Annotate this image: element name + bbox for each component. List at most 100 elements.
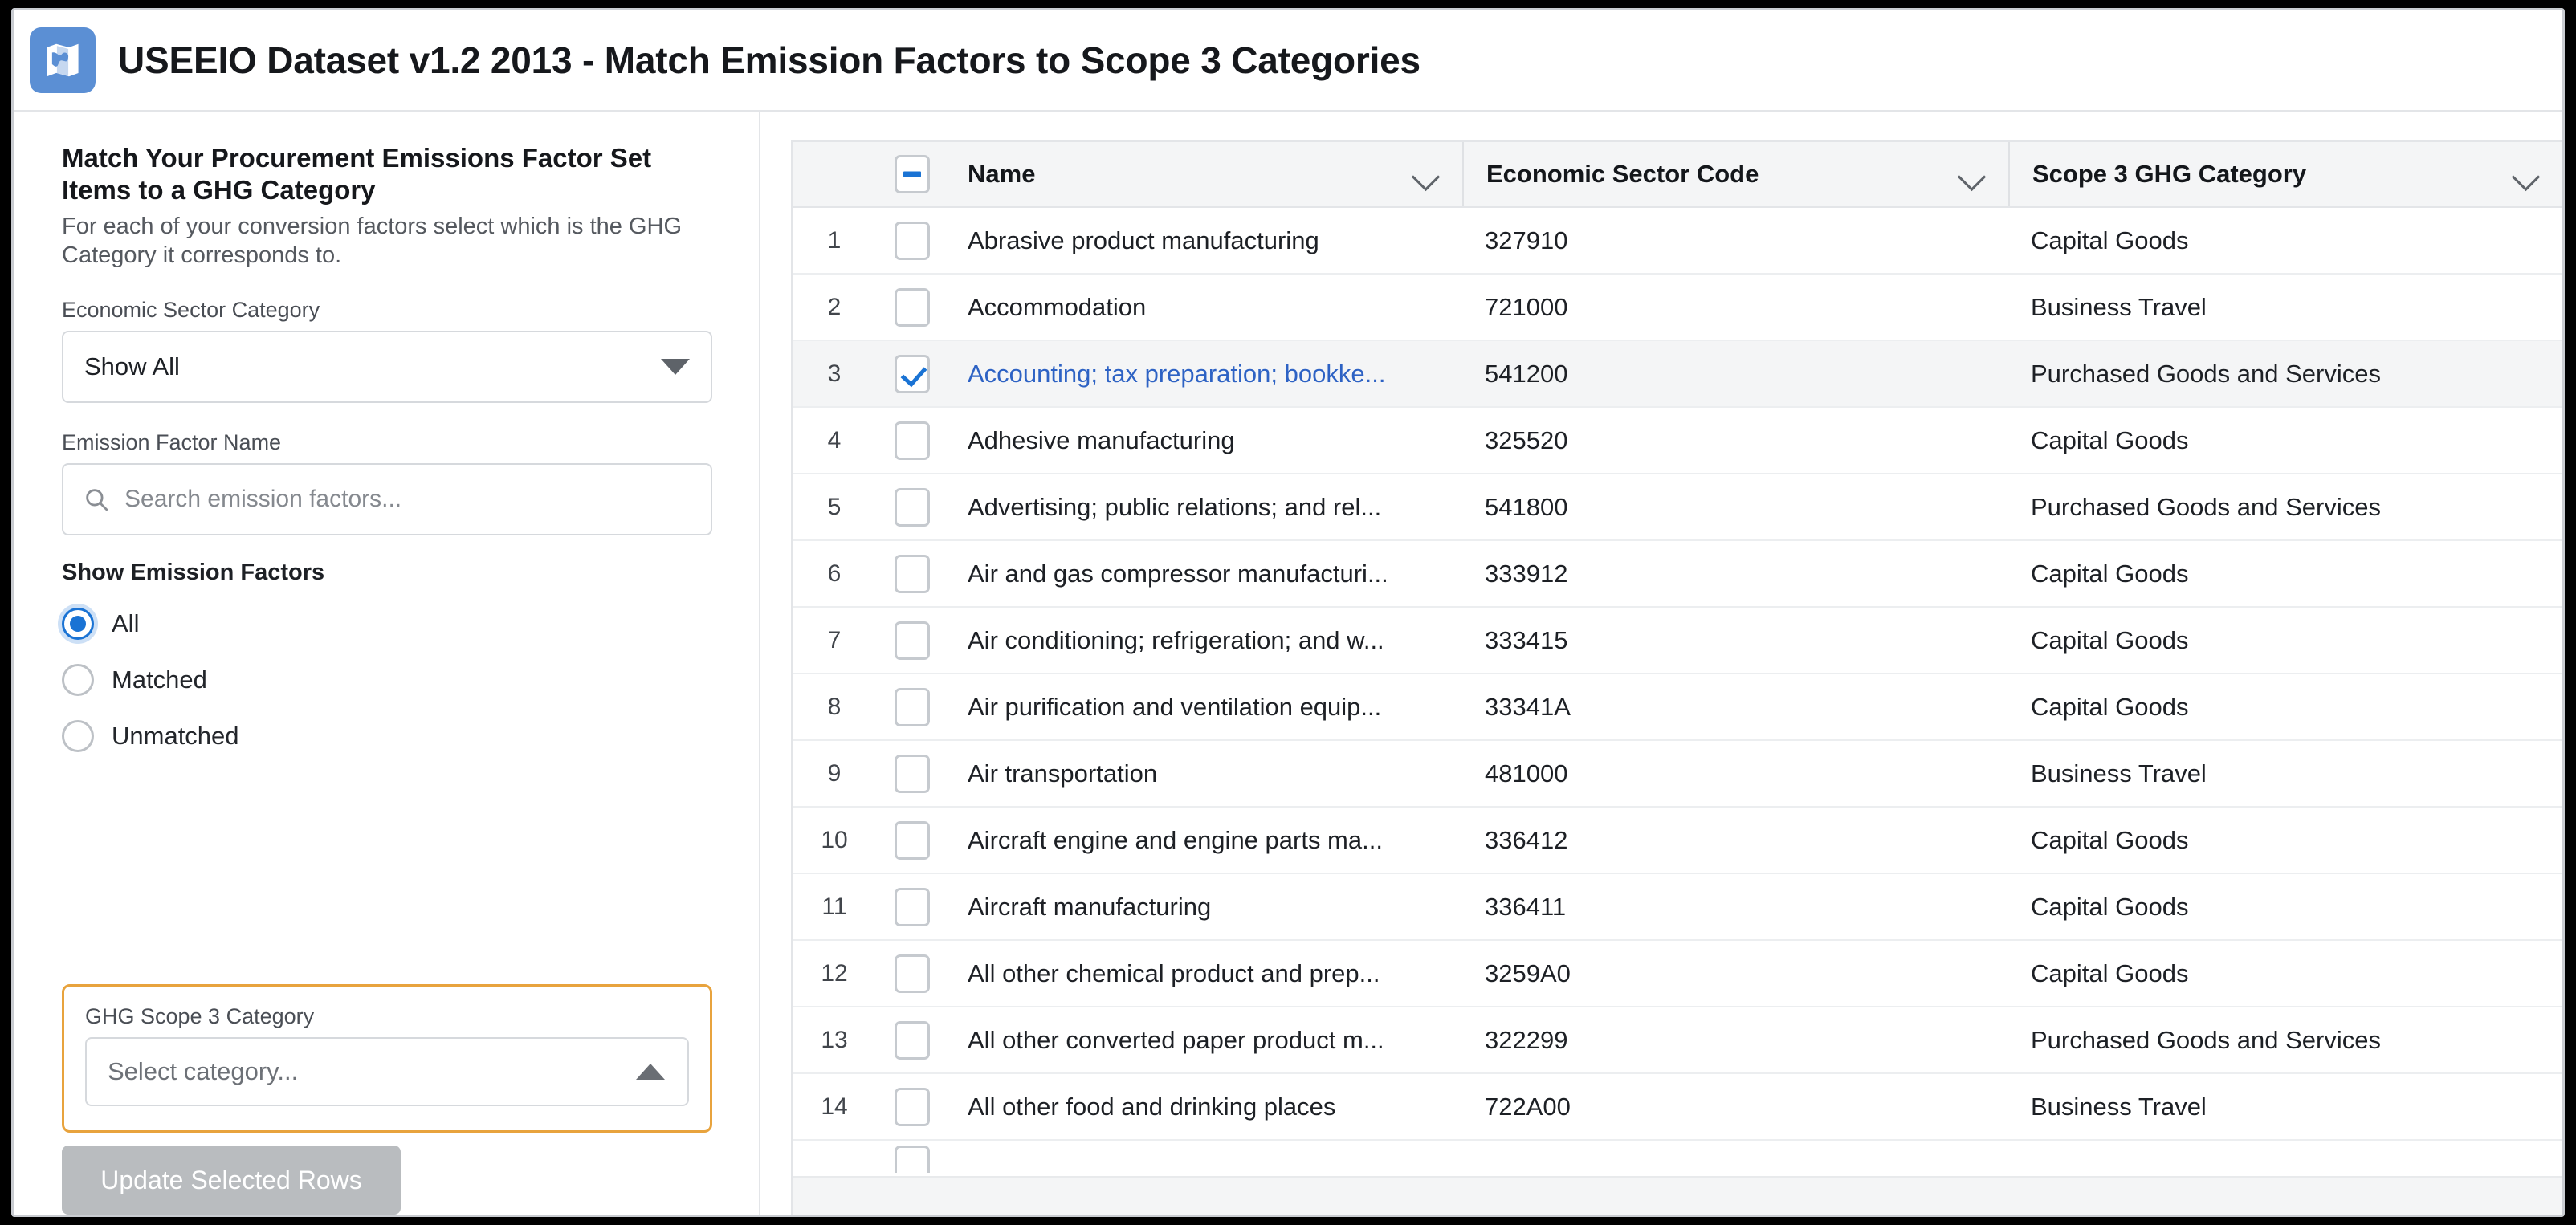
table-row[interactable]: 14 All other food and drinking places 722A… <box>793 1074 2562 1141</box>
cell-name-text: Abrasive product manufacturing <box>968 226 1319 254</box>
row-checkbox-cell[interactable] <box>876 554 948 593</box>
emission-factors-table: Name Economic Sector Code Scope 3 GHG Ca… <box>791 140 2562 1215</box>
table-row[interactable]: 2 Accommodation 721000 Business Travel <box>793 275 2562 341</box>
cell-name: All other chemical product and prep... <box>948 959 1462 988</box>
table-row[interactable]: 7 Air conditioning; refrigeration; and w.… <box>793 608 2562 674</box>
row-checkbox[interactable] <box>895 421 930 460</box>
table-row[interactable]: 11 Aircraft manufacturing 336411 Capital Go… <box>793 874 2562 941</box>
app-window: USEEIO Dataset v1.2 2013 - Match Emissio… <box>11 8 2565 1217</box>
row-checkbox[interactable] <box>895 754 930 793</box>
search-input-placeholder: Search emission factors... <box>124 485 402 512</box>
cell-name: Advertising; public relations; and rel..… <box>948 493 1462 522</box>
row-checkbox[interactable] <box>895 1146 930 1173</box>
cell-economic-sector-code-text: 325520 <box>1485 425 1568 454</box>
table-row[interactable]: 10 Aircraft engine and engine parts ma...… <box>793 808 2562 874</box>
select-all-checkbox[interactable] <box>895 155 930 193</box>
map-icon <box>30 27 96 93</box>
table-row[interactable]: 5 Advertising; public relations; and rel.… <box>793 474 2562 541</box>
cell-name: Air and gas compressor manufacturi... <box>948 560 1462 588</box>
row-checkbox[interactable] <box>895 554 930 593</box>
table-row[interactable]: 3 Accounting; tax preparation; bookke... 5… <box>793 341 2562 408</box>
row-checkbox-cell[interactable] <box>876 887 948 926</box>
cell-scope3-ghg-category: Capital Goods <box>2008 426 2562 455</box>
row-checkbox-cell[interactable] <box>876 487 948 527</box>
economic-sector-category-value: Show All <box>84 352 180 381</box>
side-panel: Match Your Procurement Emissions Factor … <box>14 112 760 1215</box>
radio-label-matched: Matched <box>112 665 207 694</box>
cell-economic-sector-code: 541200 <box>1462 360 2008 389</box>
cell-name-text: All other converted paper product m... <box>968 1025 1384 1054</box>
row-checkbox[interactable] <box>895 354 930 393</box>
cell-economic-sector-code-text: 333415 <box>1485 625 1568 654</box>
row-checkbox[interactable] <box>895 1087 930 1126</box>
row-checkbox[interactable] <box>895 1020 930 1060</box>
column-header-economic-sector-code[interactable]: Economic Sector Code <box>1462 142 2008 206</box>
row-checkbox-cell[interactable] <box>876 421 948 460</box>
row-checkbox-cell[interactable] <box>876 354 948 393</box>
table-row[interactable]: 8 Air purification and ventilation equip.… <box>793 674 2562 741</box>
radio-option-matched[interactable]: Matched <box>62 652 712 708</box>
chevron-down-icon[interactable] <box>1958 161 1986 188</box>
cell-name: Accounting; tax preparation; bookke... <box>948 360 1462 389</box>
show-emission-factors-label: Show Emission Factors <box>62 559 325 585</box>
row-index: 13 <box>821 1026 848 1053</box>
table-row[interactable]: 4 Adhesive manufacturing 325520 Capital Goo… <box>793 408 2562 474</box>
table-body: 1 Abrasive product manufacturing 327910 Cap… <box>793 208 2562 1176</box>
table-footer-strip <box>793 1176 2562 1215</box>
radio-option-unmatched[interactable]: Unmatched <box>62 708 712 764</box>
row-checkbox[interactable] <box>895 487 930 527</box>
radio-icon-matched[interactable] <box>62 663 94 696</box>
cell-name: Aircraft manufacturing <box>948 893 1462 922</box>
table-row[interactable]: 1 Abrasive product manufacturing 327910 Cap… <box>793 208 2562 275</box>
row-checkbox-cell[interactable] <box>876 820 948 860</box>
cell-economic-sector-code-text: 33341A <box>1485 692 1571 721</box>
table-row[interactable]: 9 Air transportation 481000 Business Travel <box>793 741 2562 808</box>
cell-scope3-ghg-category: Capital Goods <box>2008 893 2562 922</box>
row-checkbox-cell[interactable] <box>876 287 948 327</box>
row-checkbox[interactable] <box>895 687 930 726</box>
row-checkbox[interactable] <box>895 820 930 860</box>
radio-label-all: All <box>112 608 140 637</box>
cell-name: Air purification and ventilation equip..… <box>948 693 1462 722</box>
economic-sector-category-select[interactable]: Show All <box>62 330 712 403</box>
table-row-partial[interactable] <box>793 1141 2562 1173</box>
row-checkbox-cell[interactable] <box>876 1087 948 1126</box>
emission-factor-search-box[interactable]: Search emission factors... <box>62 462 712 535</box>
row-checkbox-cell[interactable] <box>876 687 948 726</box>
cell-economic-sector-code-text: 322299 <box>1485 1025 1568 1054</box>
row-checkbox-cell[interactable] <box>876 1141 948 1173</box>
search-icon <box>83 486 110 513</box>
cell-scope3-ghg-category: Business Travel <box>2008 1093 2562 1121</box>
cell-economic-sector-code-text: 481000 <box>1485 759 1568 788</box>
column-header-scope3-ghg-category[interactable]: Scope 3 GHG Category <box>2008 142 2562 206</box>
row-checkbox-cell[interactable] <box>876 754 948 793</box>
select-all-checkbox-cell[interactable] <box>876 155 948 193</box>
row-checkbox[interactable] <box>895 954 930 993</box>
emission-factor-name-label: Emission Factor Name <box>62 429 282 454</box>
ghg-scope3-category-select[interactable]: Select category... <box>85 1037 689 1106</box>
cell-economic-sector-code: 3259A0 <box>1462 959 2008 988</box>
cell-name-text: Air conditioning; refrigeration; and w..… <box>968 625 1384 654</box>
cell-scope3-ghg-category-text: Capital Goods <box>2031 958 2189 987</box>
table-row[interactable]: 6 Air and gas compressor manufacturi... 33… <box>793 541 2562 608</box>
update-selected-rows-button[interactable]: Update Selected Rows <box>62 1146 401 1215</box>
cell-name-text: Advertising; public relations; and rel..… <box>968 492 1382 521</box>
row-checkbox-cell[interactable] <box>876 621 948 660</box>
panel-spacer <box>62 764 712 984</box>
row-checkbox[interactable] <box>895 287 930 327</box>
row-checkbox-cell[interactable] <box>876 954 948 993</box>
row-checkbox[interactable] <box>895 621 930 660</box>
chevron-down-icon[interactable] <box>2513 161 2540 188</box>
row-checkbox-cell[interactable] <box>876 1020 948 1060</box>
row-checkbox[interactable] <box>895 887 930 926</box>
table-row[interactable]: 12 All other chemical product and prep...… <box>793 941 2562 1007</box>
radio-icon-all[interactable] <box>62 607 94 640</box>
chevron-down-icon[interactable] <box>1412 161 1440 188</box>
column-header-name[interactable]: Name <box>948 142 1462 206</box>
row-checkbox-cell[interactable] <box>876 221 948 260</box>
row-checkbox[interactable] <box>895 221 930 260</box>
radio-icon-unmatched[interactable] <box>62 719 94 752</box>
table-row[interactable]: 13 All other converted paper product m...… <box>793 1007 2562 1074</box>
radio-option-all[interactable]: All <box>62 596 712 652</box>
cell-economic-sector-code-text: 327910 <box>1485 226 1568 254</box>
